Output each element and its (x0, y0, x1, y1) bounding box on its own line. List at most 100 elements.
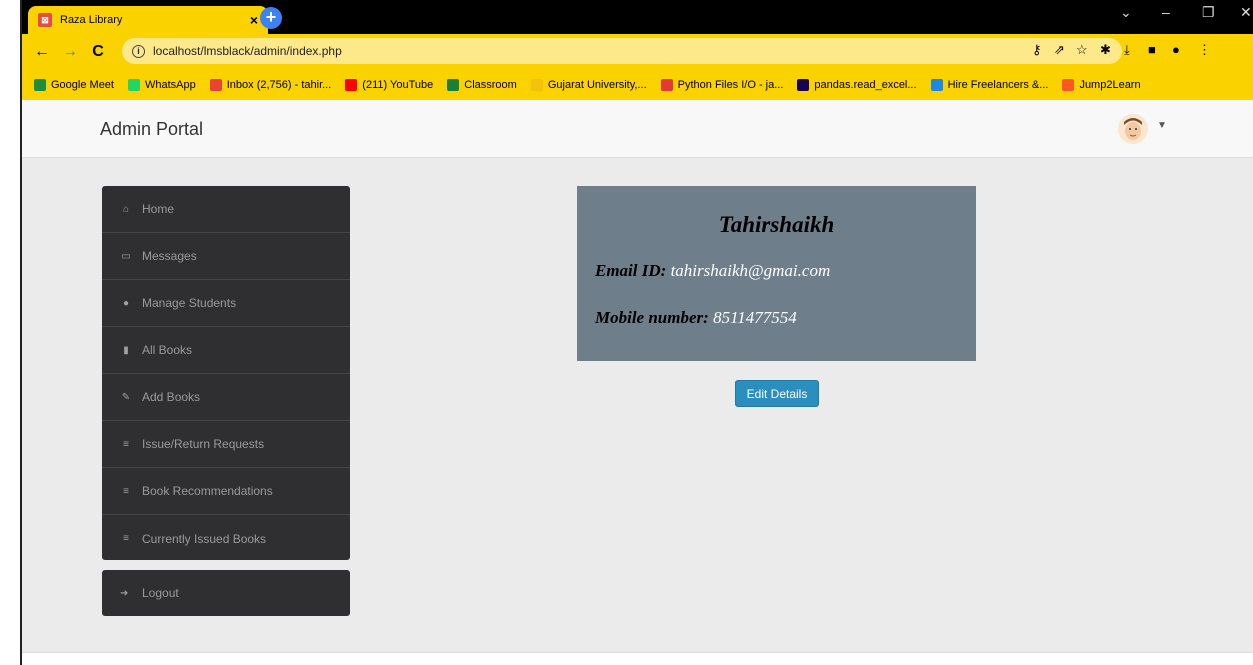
logout-label: Logout (142, 586, 179, 600)
download-icon[interactable]: ⤓ (1124, 42, 1130, 58)
sidebar-item[interactable]: ▮ All Books (102, 327, 350, 374)
bookmark-item[interactable]: (211) YouTube (345, 79, 433, 91)
sidebar-item-label: Home (142, 202, 175, 216)
bookmark-item[interactable]: Inbox (2,756) - tahir... (209, 79, 332, 91)
sidebar-item-label: Book Recommendations (142, 484, 273, 498)
bookmark-label: Python Files I/O - ja... (677, 79, 784, 91)
email-value: tahirshaikh@gmai.com (670, 261, 831, 280)
tab-title: Raza Library (60, 14, 123, 26)
profile-icon[interactable]: ● (1172, 42, 1180, 57)
minimize-icon[interactable]: – (1162, 4, 1170, 20)
bookmark-label: Gujarat University,... (547, 79, 647, 91)
bookmark-label: Inbox (2,756) - tahir... (226, 79, 332, 91)
toolbar: ← → C i localhost/lmsblack/admin/index.p… (22, 34, 1253, 70)
email-row: Email ID: tahirshaikh@gmai.com (595, 261, 958, 281)
inbox-icon: ▭ (121, 250, 131, 262)
bookmark-item[interactable]: Python Files I/O - ja... (660, 79, 784, 91)
share-icon[interactable]: ⇗ (1054, 42, 1065, 58)
footer (22, 652, 1253, 665)
window-edge (0, 0, 22, 665)
sidebar-item[interactable]: ✎ Add Books (102, 374, 350, 421)
chevron-down-icon[interactable]: ▼ (1157, 120, 1167, 131)
bookmark-label: (211) YouTube (362, 79, 434, 91)
bookmark-label: Hire Freelancers &... (947, 79, 1049, 91)
bookmark-item[interactable]: Google Meet (34, 79, 114, 91)
bookmark-item[interactable]: pandas.read_excel... (797, 79, 917, 91)
bookmark-favicon-icon (530, 79, 543, 91)
user-icon: ● (122, 297, 130, 309)
restore-icon[interactable]: ❐ (1202, 4, 1215, 21)
site-info-icon[interactable]: i (132, 44, 145, 58)
profile-name: Tahirshaikh (718, 212, 835, 237)
bookmark-item[interactable]: Gujarat University,... (530, 79, 647, 91)
profile-card: Tahirshaikh Email ID: tahirshaikh@gmai.c… (577, 186, 976, 361)
bookmark-label: Google Meet (51, 79, 114, 91)
new-tab-button[interactable]: + (260, 7, 282, 29)
browser-tab[interactable]: ⊠ Raza Library × (28, 6, 268, 34)
top-navbar: Admin Portal ▼ (22, 100, 1253, 158)
sidebar-item[interactable]: ⌂ Home (102, 186, 350, 233)
reload-icon[interactable]: C (90, 43, 106, 61)
close-window-icon[interactable]: ✕ (1240, 4, 1252, 21)
bookmark-favicon-icon (930, 79, 943, 91)
sidebar-item-label: Currently Issued Books (142, 531, 267, 546)
edit-details-button[interactable]: Edit Details (735, 380, 819, 407)
forward-icon[interactable]: → (62, 43, 78, 61)
home-icon: ⌂ (122, 203, 130, 215)
bookmark-item[interactable]: WhatsApp (127, 79, 196, 91)
bookmark-favicon-icon (797, 79, 810, 91)
email-label: Email ID: (595, 261, 667, 280)
sidebar-item[interactable]: ≡ Book Recommendations (102, 468, 350, 515)
sidebar-item[interactable]: ● Manage Students (102, 280, 350, 327)
sidebar-item-label: Issue/Return Requests (142, 437, 265, 451)
sidebar-item[interactable]: ≡ Issue/Return Requests (102, 421, 350, 468)
window: ⊠ Raza Library × + ⌄ – ❐ ✕ ← → C i local… (0, 0, 1253, 665)
bookmark-label: WhatsApp (144, 79, 196, 91)
url-text: localhost/lmsblack/admin/index.php (153, 44, 342, 58)
bookmark-favicon-icon (660, 79, 673, 91)
bookmark-item[interactable]: Jump2Learn (1062, 79, 1141, 91)
bookmark-label: Jump2Learn (1079, 79, 1141, 91)
bookmark-label: Classroom (464, 79, 517, 91)
address-bar[interactable]: i localhost/lmsblack/admin/index.php (122, 38, 1122, 64)
bookmark-star-icon[interactable]: ☆ (1076, 42, 1088, 58)
bookmark-favicon-icon (209, 79, 222, 91)
book-icon: ▮ (123, 344, 129, 356)
sidebar-item[interactable]: ▭ Messages (102, 233, 350, 280)
tab-search-icon[interactable]: ⌄ (1120, 4, 1132, 21)
bookmark-favicon-icon (345, 79, 358, 91)
mobile-row: Mobile number: 8511477554 (595, 308, 958, 328)
bookmark-item[interactable]: Hire Freelancers &... (930, 79, 1049, 91)
list-icon: ≡ (123, 533, 129, 544)
brand-title[interactable]: Admin Portal (100, 119, 203, 140)
back-icon[interactable]: ← (34, 43, 50, 61)
bookmark-item[interactable]: Classroom (447, 79, 517, 91)
sidebar: ⌂ Home ▭ Messages ● Manage Students ▮ All Books… (102, 186, 350, 560)
browser-chrome: ⊠ Raza Library × + ⌄ – ❐ ✕ ← → C i local… (22, 0, 1253, 100)
bookmarks-bar: Google Meet WhatsApp Inbox (2,756) - tahir… (22, 70, 1253, 100)
extensions-icon[interactable]: ✱ (1100, 42, 1111, 58)
sidebar-item-label: All Books (142, 343, 193, 357)
avatar[interactable] (1118, 114, 1148, 144)
close-tab-icon[interactable]: × (250, 12, 258, 28)
sidebar-item[interactable]: ≡ Currently Issued Books (102, 515, 350, 562)
logout-button[interactable]: ➜ Logout (102, 570, 350, 616)
sidebar-item-label: Manage Students (142, 296, 237, 310)
mobile-value: 8511477554 (713, 308, 797, 327)
bookmark-favicon-icon (127, 79, 140, 91)
sign-out-icon: ➜ (120, 587, 129, 599)
page-content: Admin Portal ▼ ⌂ Home ▭ Messages ● Manage Stu… (22, 100, 1253, 665)
key-icon[interactable]: ⚷ (1032, 42, 1042, 58)
mobile-label: Mobile number: (595, 308, 709, 327)
list-icon: ≡ (123, 438, 129, 450)
sidebar-item-label: Add Books (142, 390, 201, 404)
menu-icon[interactable]: ⋮ (1198, 42, 1211, 58)
bookmark-favicon-icon (447, 79, 460, 91)
bookmark-favicon-icon (1062, 79, 1075, 91)
bookmark-label: pandas.read_excel... (814, 79, 917, 91)
side-panel-icon[interactable]: ■ (1148, 42, 1156, 57)
list-icon: ≡ (123, 485, 129, 497)
sidebar-item-label: Messages (142, 249, 197, 263)
bookmark-favicon-icon (34, 79, 46, 91)
tab-favicon-icon: ⊠ (38, 13, 52, 27)
